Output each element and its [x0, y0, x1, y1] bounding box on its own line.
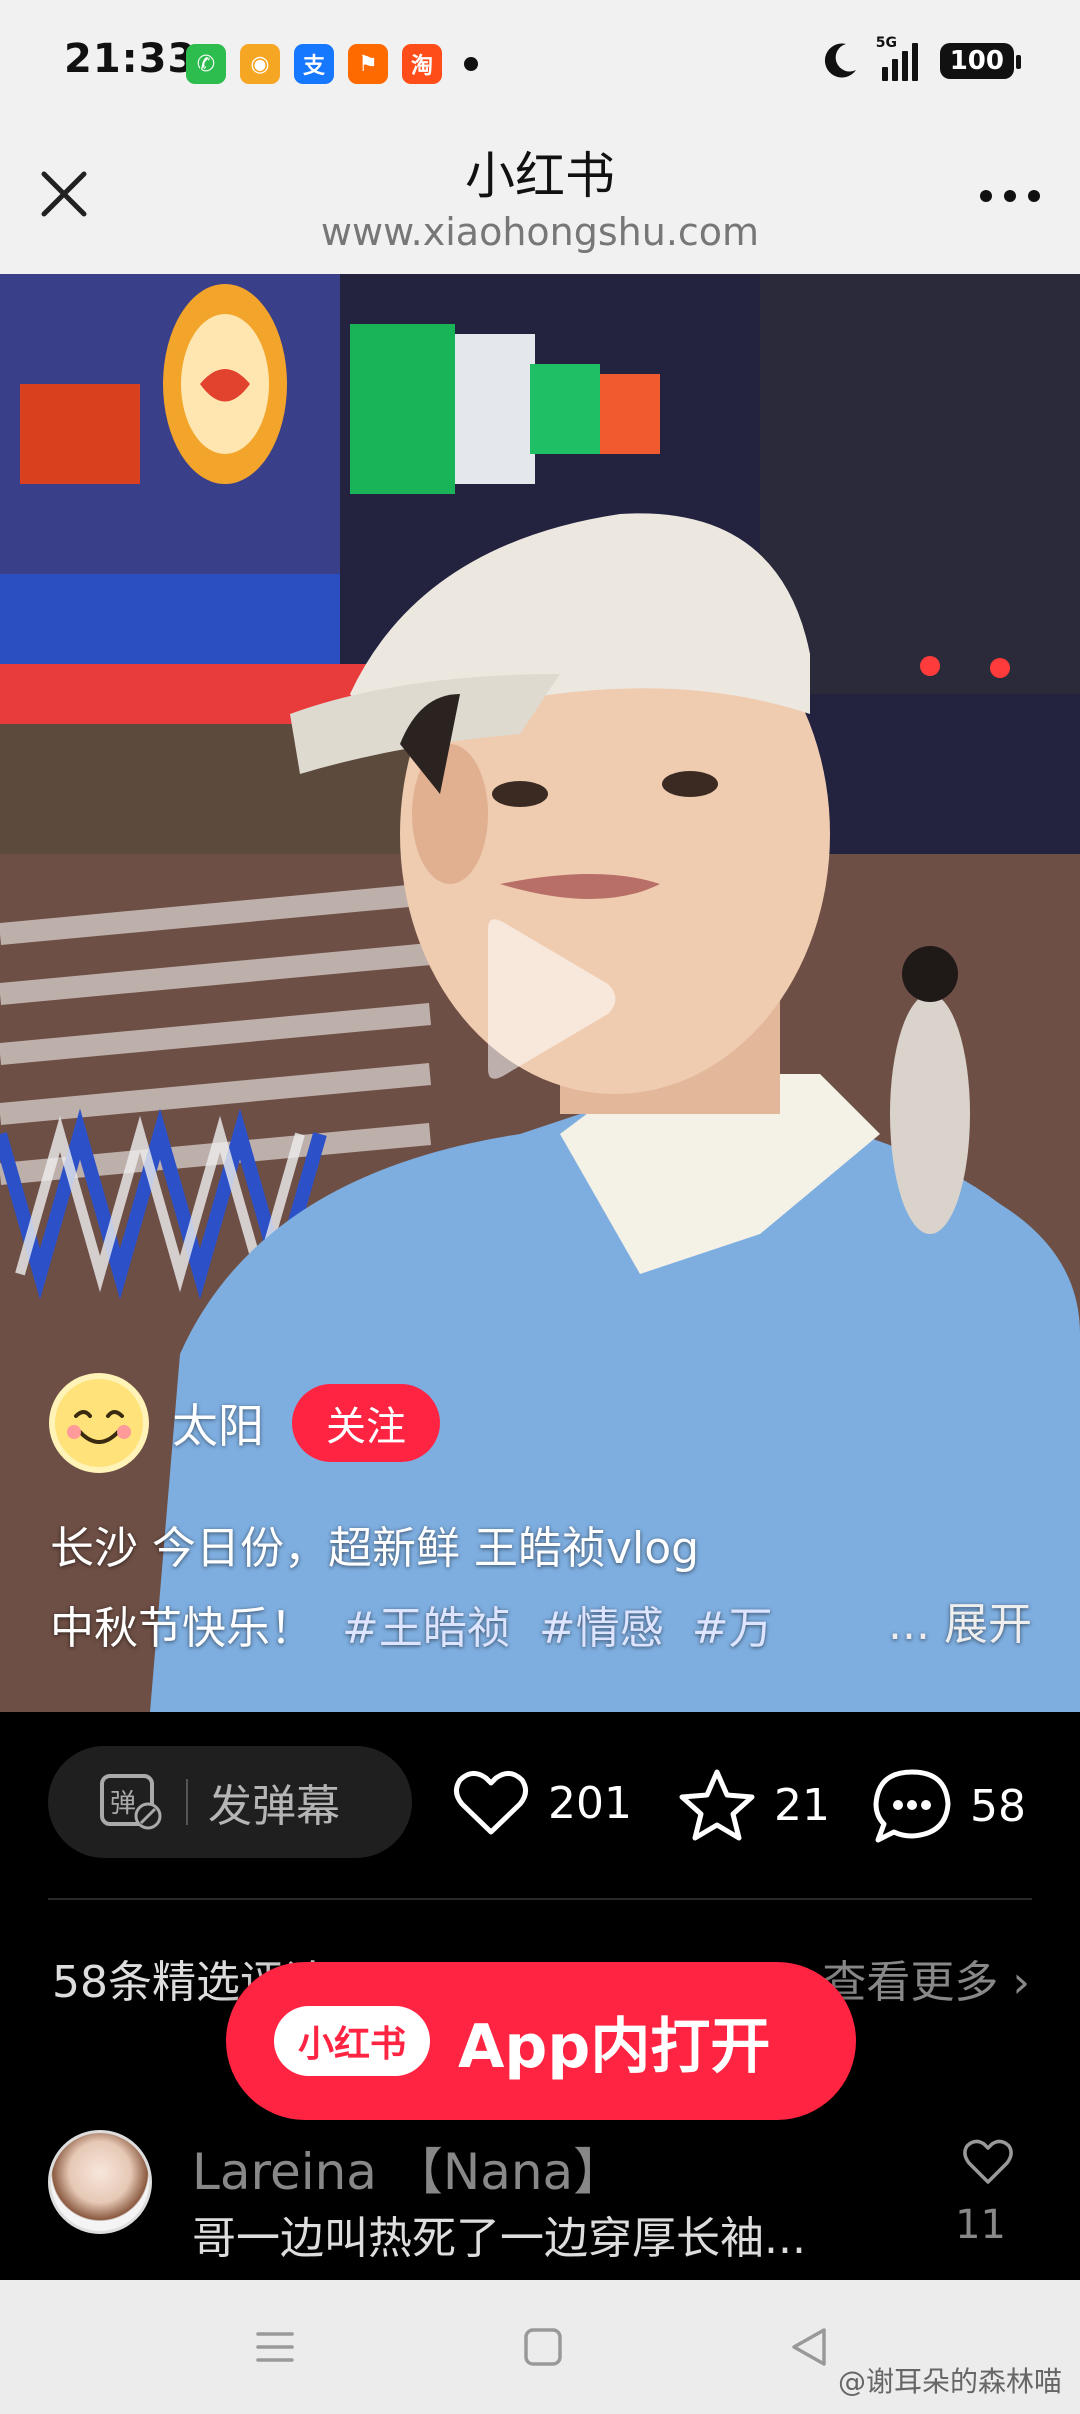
video-player[interactable]: 太阳 关注 长沙 今日份，超新鲜 王皓祯vlog 中秋节快乐！ #王皓祯 #情感 #万… — [0, 274, 1080, 1712]
danmu-toggle-icon[interactable]: 弹 — [98, 1770, 166, 1834]
do-not-disturb-moon-icon — [824, 43, 856, 78]
danmu-input[interactable]: 弹 发弹幕 — [48, 1746, 412, 1858]
commenter-name[interactable]: Lareina 【Nana】 — [192, 2132, 623, 2204]
svg-text:弹: 弹 — [110, 1789, 136, 1819]
cellular-signal-icon: 5G — [876, 35, 918, 81]
comment-like-count: 11 — [955, 2202, 1006, 2248]
browser-title-bar: 小红书 www.xiaohongshu.com — [0, 128, 1080, 274]
home-icon[interactable] — [520, 2324, 566, 2370]
open-in-app-label: App内打开 — [458, 2011, 771, 2082]
view-more-comments-link[interactable]: 查看更多 › — [822, 1946, 1030, 2010]
recent-apps-icon[interactable] — [252, 2324, 298, 2370]
commenter-avatar[interactable] — [48, 2130, 152, 2234]
author-avatar-smiley-icon[interactable] — [48, 1372, 150, 1474]
comment-count: 58 — [970, 1780, 1026, 1832]
system-navigation-bar: @谢耳朵的森林喵 — [0, 2280, 1080, 2414]
comment-item: Lareina 【Nana】 哥一边叫热死了一边穿厚长袖... 11 — [48, 2122, 1032, 2272]
comment-button[interactable]: 58 — [872, 1768, 1026, 1844]
more-dot-icon — [1004, 190, 1016, 202]
alipay-icon: 支 — [294, 44, 334, 84]
more-options-button[interactable] — [980, 190, 1040, 202]
action-bar: 弹 发弹幕 201 21 58 — [0, 1712, 1080, 1902]
author-row: 太阳 关注 — [48, 1372, 440, 1474]
author-name[interactable]: 太阳 — [172, 1390, 264, 1456]
follow-button[interactable]: 关注 — [292, 1384, 440, 1462]
hashtag-link[interactable]: #王皓祯 — [342, 1603, 511, 1654]
star-icon — [679, 1769, 755, 1841]
taobao-icon: 淘 — [402, 44, 442, 84]
more-dot-icon — [980, 190, 992, 202]
page-url: www.xiaohongshu.com — [320, 210, 760, 254]
more-notifications-dot — [464, 57, 478, 71]
more-dot-icon — [1028, 190, 1040, 202]
page-title: 小红书 — [465, 147, 615, 205]
collect-count: 21 — [774, 1779, 830, 1831]
section-divider — [48, 1898, 1032, 1900]
play-icon[interactable] — [468, 914, 618, 1084]
hashtag-link[interactable]: #万 — [692, 1603, 773, 1654]
post-description-line2: 中秋节快乐！ #王皓祯 #情感 #万 — [50, 1592, 773, 1656]
comment-text: 哥一边叫热死了一边穿厚长袖... — [192, 2213, 806, 2264]
network-type-label: 5G — [875, 35, 897, 51]
status-indicators: 5G 100 — [818, 35, 1022, 82]
wechat-icon: ✆ — [186, 44, 226, 84]
like-button[interactable]: 201 — [452, 1768, 632, 1838]
comment-heart-icon[interactable] — [962, 2138, 1014, 2186]
danmu-separator — [186, 1779, 188, 1825]
1688-icon: ⚑ — [348, 44, 388, 84]
xiaohongshu-logo: 小红书 — [274, 2006, 430, 2076]
back-icon[interactable] — [786, 2324, 832, 2370]
open-in-app-button[interactable]: 小红书 App内打开 — [226, 1962, 856, 2120]
comment-bubble-icon — [873, 1769, 951, 1843]
expand-description-button[interactable]: ... 展开 — [888, 1588, 1032, 1652]
status-bar: 21:33 ✆ ◉ 支 ⚑ 淘 5G 100 — [0, 0, 1080, 128]
battery-indicator: 100 — [939, 43, 1022, 79]
watermark: @谢耳朵的森林喵 — [837, 2365, 1062, 2398]
status-time: 21:33 — [64, 36, 197, 82]
post-description-text: 中秋节快乐！ — [50, 1603, 314, 1654]
danmu-placeholder: 发弹幕 — [208, 1781, 340, 1832]
like-count: 201 — [548, 1777, 632, 1829]
collect-button[interactable]: 21 — [678, 1768, 830, 1842]
weibo-icon: ◉ — [240, 44, 280, 84]
hashtag-link[interactable]: #情感 — [539, 1603, 664, 1654]
notification-app-icons: ✆ ◉ 支 ⚑ 淘 — [186, 44, 478, 84]
heart-icon — [454, 1771, 528, 1835]
post-description-line1: 长沙 今日份，超新鲜 王皓祯vlog — [50, 1523, 700, 1574]
